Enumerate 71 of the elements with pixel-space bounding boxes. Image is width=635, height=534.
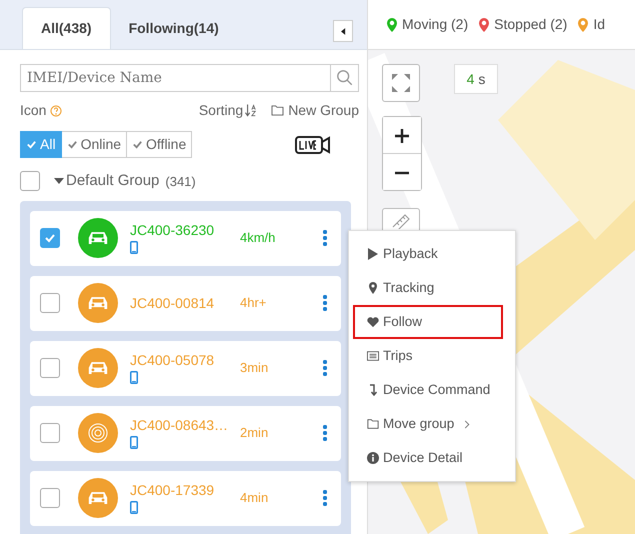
- legend-label: Stopped (2): [494, 15, 568, 34]
- filter-button[interactable]: Online: [62, 131, 128, 158]
- car-icon: [87, 360, 109, 376]
- device-status-time: 4min: [240, 489, 270, 508]
- device-checkbox[interactable]: [40, 488, 60, 508]
- check-icon: [66, 139, 78, 150]
- help-icon: [50, 104, 62, 116]
- sort-icon: [245, 103, 258, 118]
- plus-icon: [394, 128, 410, 144]
- ruler-icon: [391, 213, 411, 229]
- group-count: (341): [165, 172, 196, 191]
- list-icon: [367, 350, 379, 362]
- new-group-button[interactable]: New Group: [271, 100, 359, 121]
- device-name: JC400-36230: [130, 222, 216, 238]
- check-icon: [132, 139, 144, 150]
- check-icon: [26, 139, 37, 150]
- group-name[interactable]: Default Group: [66, 170, 160, 192]
- fullscreen-button[interactable]: [382, 64, 420, 102]
- menu-item[interactable]: Device Detail: [353, 441, 503, 475]
- car-icon: [87, 296, 109, 310]
- filter-button[interactable]: Offline: [127, 131, 192, 158]
- device-checkbox[interactable]: [40, 358, 60, 378]
- more-icon: [323, 424, 327, 442]
- live-camera-icon: [295, 134, 331, 156]
- sorting-button[interactable]: Sorting: [196, 100, 246, 121]
- menu-item[interactable]: Tracking: [353, 271, 503, 305]
- device-status-time: 3min: [240, 359, 270, 378]
- device-name: JC400-05078: [130, 352, 216, 368]
- more-icon: [323, 359, 327, 377]
- caret-icon: [340, 28, 346, 34]
- search-field[interactable]: IMEI/Device Name: [20, 64, 331, 92]
- legend-label: Moving (2): [402, 15, 468, 34]
- minus-icon: [394, 170, 410, 175]
- menu-item[interactable]: Move group: [353, 407, 503, 441]
- menu-item[interactable]: Trips: [353, 339, 503, 373]
- tab[interactable]: All(438): [22, 7, 111, 49]
- device-name: JC400-08643…: [130, 416, 230, 434]
- refresh-timer: 4 s: [454, 64, 498, 94]
- search-button[interactable]: [331, 64, 359, 92]
- menu-item[interactable]: Playback: [353, 237, 503, 271]
- menu-item[interactable]: Device Command: [353, 373, 503, 407]
- search-icon: [336, 69, 354, 87]
- arrow-icon: [367, 384, 379, 396]
- device-checkbox[interactable]: [40, 228, 60, 248]
- pin-icon: [367, 282, 379, 294]
- play-icon: [367, 248, 379, 260]
- menu-item[interactable]: Follow: [353, 305, 503, 339]
- tab[interactable]: Following(14): [110, 8, 237, 49]
- collapse-button[interactable]: [333, 20, 353, 42]
- device-name: JC400-17339: [130, 482, 216, 498]
- check-icon: [44, 232, 56, 244]
- info-icon: [367, 452, 379, 464]
- folder-icon: [367, 418, 379, 430]
- icon-label: Icon: [20, 101, 46, 120]
- device-name: JC400-00814: [130, 294, 216, 312]
- heart-icon: [367, 316, 379, 328]
- device-checkbox[interactable]: [40, 423, 60, 443]
- legend-label: Id: [593, 15, 605, 34]
- fullscreen-icon: [391, 73, 411, 93]
- more-icon: [323, 294, 327, 312]
- more-icon: [323, 489, 327, 507]
- concentric-circles-icon: [88, 423, 108, 443]
- device-status-time: 4km/h: [240, 229, 276, 248]
- group-checkbox[interactable]: [20, 171, 40, 192]
- device-checkbox[interactable]: [40, 293, 60, 313]
- device-status-time: 4hr+: [240, 294, 268, 312]
- device-status-time: 2min: [240, 424, 270, 442]
- folder-icon: [271, 105, 284, 116]
- car-icon: [87, 490, 109, 506]
- car-icon: [87, 230, 109, 246]
- more-icon: [323, 229, 327, 247]
